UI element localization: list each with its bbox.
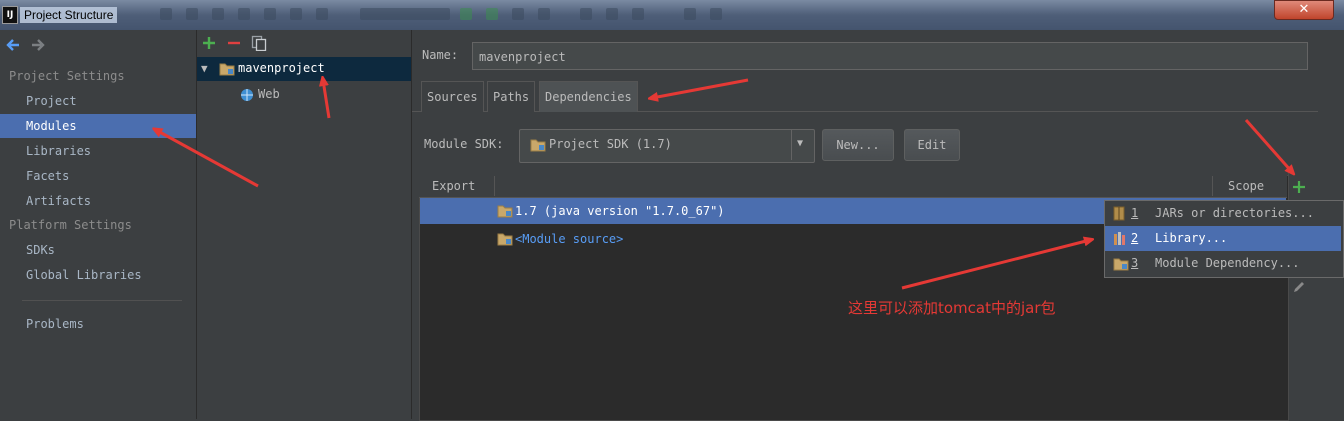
annotation-arrow-dependencies — [652, 78, 749, 98]
annotation-arrows — [0, 0, 1344, 290]
annotation-text: 这里可以添加tomcat中的jar包 — [848, 299, 1056, 317]
annotation-arrow-project — [323, 80, 331, 119]
annotation-arrow-add — [1244, 119, 1292, 172]
annotation-arrow-library — [901, 240, 1090, 290]
annotation-arrow-modules — [156, 130, 259, 188]
